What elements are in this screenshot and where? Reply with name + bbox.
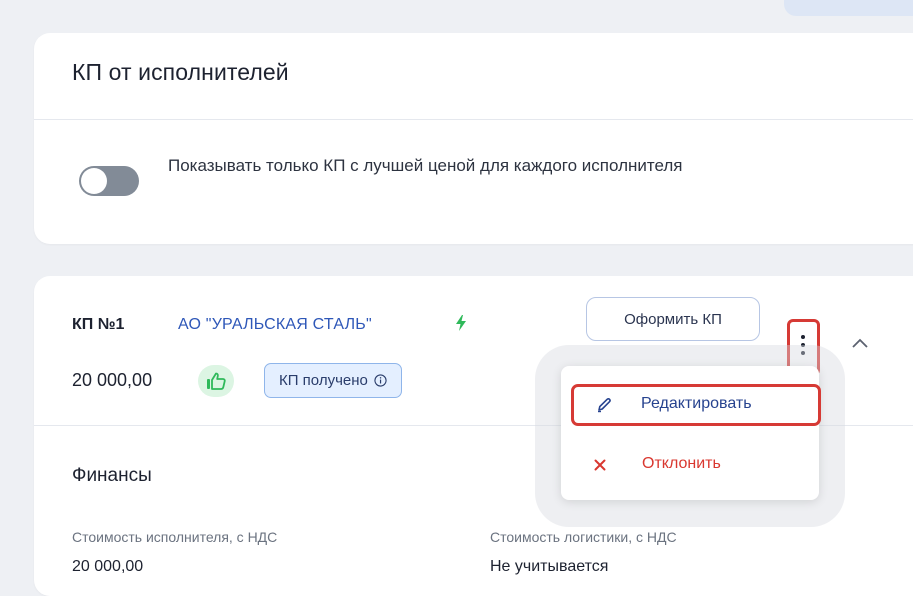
logistics-cost-label: Стоимость логистики, с НДС (490, 529, 677, 545)
contractor-cost-label: Стоимость исполнителя, с НДС (72, 529, 278, 545)
status-text: КП получено (279, 372, 368, 389)
offer-price: 20 000,00 (72, 370, 153, 390)
menu-item-reject[interactable]: Отклонить (571, 448, 811, 484)
close-icon (594, 459, 606, 471)
contractor-cost-value: 20 000,00 (72, 558, 144, 575)
top-pill (784, 0, 913, 16)
best-price-badge (198, 365, 234, 397)
menu-item-edit-label: Редактировать (641, 395, 752, 412)
best-price-toggle[interactable] (79, 166, 139, 196)
context-menu: Редактировать Отклонить (561, 366, 821, 500)
toggle-knob (81, 168, 107, 194)
divider (34, 119, 913, 120)
offer-number: КП №1 (72, 316, 125, 333)
menu-item-reject-label: Отклонить (642, 455, 721, 472)
info-icon[interactable] (374, 374, 387, 387)
thumbs-up-icon (207, 372, 226, 390)
status-badge: КП получено (264, 363, 402, 398)
toggle-label: Показывать только КП с лучшей ценой для … (168, 156, 683, 175)
offers-title: КП от исполнителей (72, 59, 289, 85)
finance-title: Финансы (72, 465, 152, 486)
chevron-up-icon[interactable] (850, 337, 870, 351)
lightning-icon (456, 315, 466, 331)
pencil-icon (598, 397, 611, 413)
issue-offer-button[interactable]: Оформить КП (586, 297, 760, 341)
menu-item-edit[interactable]: Редактировать (571, 384, 821, 426)
offers-card: КП от исполнителей Показывать только КП … (34, 33, 913, 244)
logistics-cost-value: Не учитывается (490, 558, 609, 575)
supplier-link[interactable]: АО "УРАЛЬСКАЯ СТАЛЬ" (178, 316, 372, 334)
